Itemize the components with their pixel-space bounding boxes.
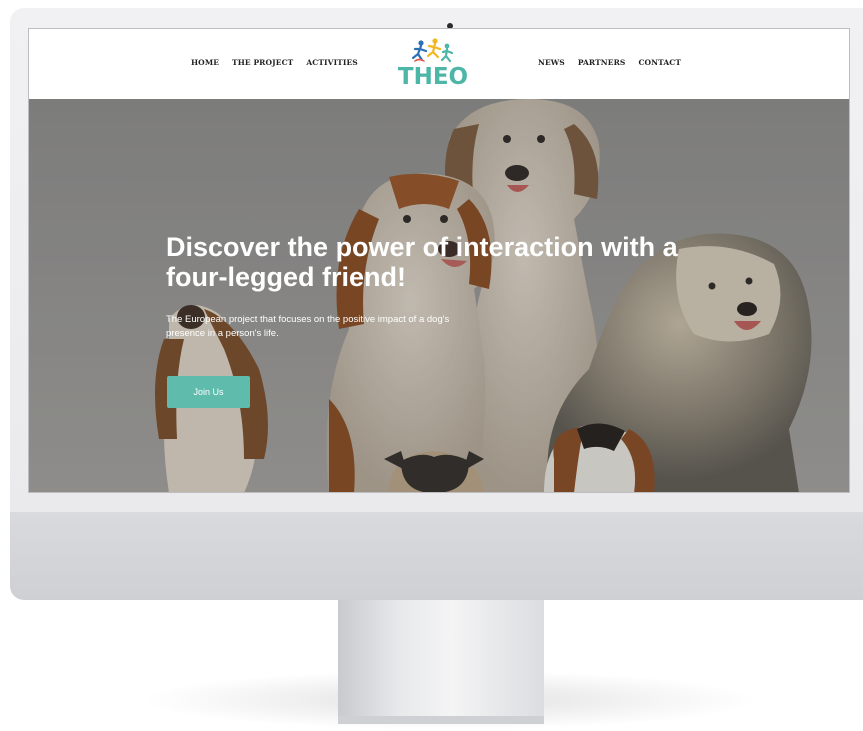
hero-overlay — [29, 99, 849, 492]
logo-text: THEO — [397, 64, 469, 90]
hero-subtitle: The European project that focuses on the… — [166, 314, 450, 339]
monitor-stand-foot — [338, 716, 544, 724]
nav-left: HOME THE PROJECT ACTIVITIES — [191, 58, 358, 67]
hero-section: Discover the power of interaction with a… — [29, 99, 849, 492]
hero-title: Discover the power of interaction with a… — [166, 232, 678, 292]
nav-partners[interactable]: PARTNERS — [578, 58, 626, 67]
nav-right: NEWS PARTNERS CONTACT — [538, 58, 681, 67]
nav-contact[interactable]: CONTACT — [638, 58, 681, 67]
site-logo[interactable]: THEO — [391, 37, 475, 91]
nav-activities[interactable]: ACTIVITIES — [306, 58, 357, 67]
site-header: HOME THE PROJECT ACTIVITIES THEO NEWS PA… — [29, 29, 849, 99]
nav-home[interactable]: HOME — [191, 58, 219, 67]
running-figures-icon — [411, 38, 454, 63]
monitor-chin — [10, 512, 863, 600]
nav-news[interactable]: NEWS — [538, 58, 565, 67]
monitor-screen: HOME THE PROJECT ACTIVITIES THEO NEWS PA… — [28, 28, 850, 493]
join-us-button[interactable]: Join Us — [167, 376, 250, 408]
nav-the-project[interactable]: THE PROJECT — [232, 58, 293, 67]
monitor-stand — [338, 600, 544, 724]
